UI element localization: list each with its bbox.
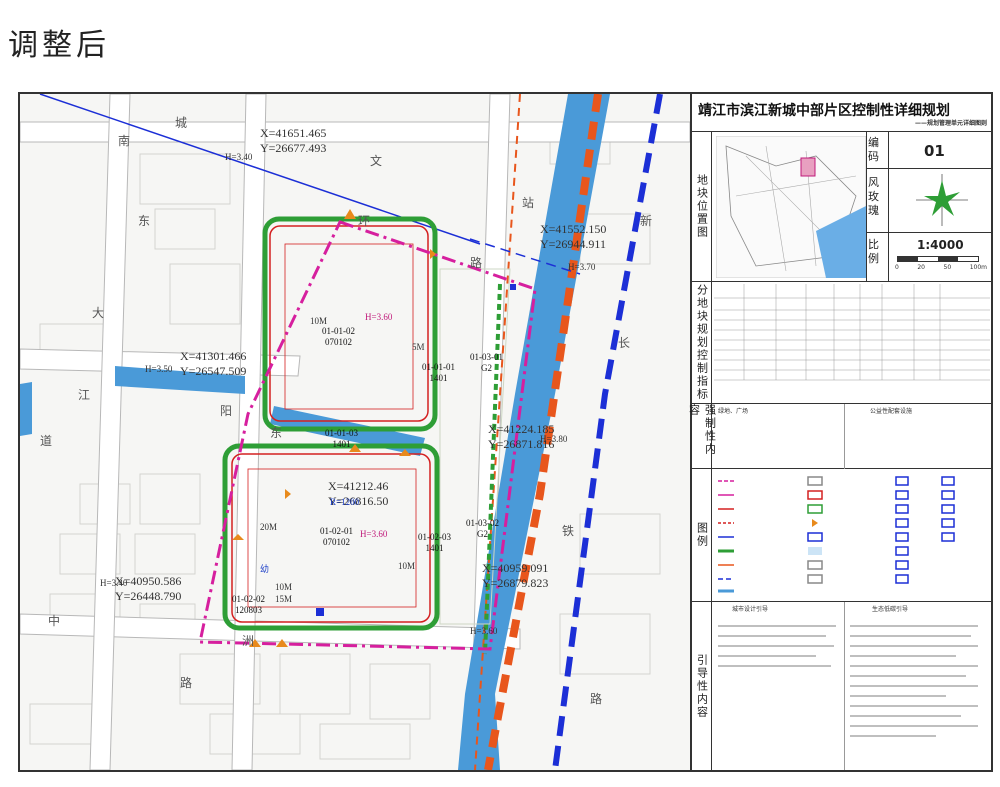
plan-sheet: X=41651.465 Y=26677.493 X=41552.150 Y=2694…	[18, 92, 993, 772]
legend-panel: 靖江市滨江新城中部片区控制性详细规划 ——规划管理单元详细图则 地块位置图 编码…	[688, 94, 993, 770]
road-name: 环	[358, 214, 371, 228]
scale-bar	[897, 256, 979, 262]
setback-label: 15M	[275, 594, 293, 604]
scale-value: 1:4000	[917, 238, 964, 252]
road-name: 铁	[562, 524, 575, 538]
parcel-label[interactable]: 01-01-03 1401	[325, 428, 358, 450]
index-table[interactable]	[714, 284, 990, 400]
code-value: 01	[924, 142, 945, 160]
scale-ticks: 0 20 50 100m	[895, 264, 987, 271]
road-name: 道	[40, 434, 53, 448]
parcel-label[interactable]: 01-02-02 120803	[232, 594, 265, 616]
road-name: 路	[590, 692, 603, 706]
road-name: 江	[78, 388, 91, 402]
setback-label: 10M	[275, 582, 293, 592]
height-label: H=3.40	[225, 152, 253, 162]
height-label: H=3.40	[100, 578, 128, 588]
guidance-label: 引导性内容	[692, 602, 712, 770]
road-name: 文	[370, 154, 383, 168]
height-label: H=3.50	[145, 364, 173, 374]
index-row: 分地块规划控制指标	[692, 282, 993, 404]
guidance-col1-title: 城市设计引导	[732, 606, 769, 613]
windrose-label: 风玫瑰	[868, 176, 879, 217]
height-label: H=3.60	[360, 529, 388, 539]
guidance-text-lines	[718, 625, 978, 737]
plan-title: 靖江市滨江新城中部片区控制性详细规划 ——规划管理单元详细图则	[692, 94, 993, 132]
road-name: 东	[270, 426, 283, 440]
coord-2: X=41552.150 Y=26944.911	[540, 222, 607, 251]
height-label: H=3.60	[470, 626, 498, 636]
setback-label: 5M	[412, 342, 425, 352]
setback-label: 10M	[310, 316, 328, 326]
road-name: 洲	[242, 634, 255, 648]
code-label: 编码	[868, 136, 879, 163]
setback-label: 10M	[398, 561, 416, 571]
height-label: H=3.70	[568, 262, 596, 272]
height-label: H=3.80	[540, 434, 568, 444]
parcel-label[interactable]: 01-03-01 G2	[470, 352, 503, 374]
north-block-red	[269, 225, 429, 422]
windrose-icon	[916, 174, 968, 226]
map-area[interactable]: X=41651.465 Y=26677.493 X=41552.150 Y=2694…	[20, 94, 692, 770]
location-row: 地块位置图 编码 01 风玫瑰 比例 1:4000 0 20 50 100m	[692, 132, 993, 282]
page-heading: 调整后	[8, 28, 110, 63]
location-map[interactable]	[716, 136, 866, 278]
road-name: 长	[618, 336, 631, 350]
mandatory-label: 强制性内容	[688, 404, 717, 468]
road-name: 大	[92, 306, 105, 320]
coord-3: X=41301.466 Y=26547.509	[180, 349, 247, 378]
height-label: H=3.60	[365, 312, 393, 322]
plan-subtitle: ——规划管理单元详细图则	[914, 120, 987, 127]
legend-label: 图例	[692, 469, 712, 601]
parcel-label[interactable]: 01-01-02 070102	[322, 326, 355, 348]
location-label: 地块位置图	[692, 132, 712, 281]
legend-symbols[interactable]	[716, 473, 988, 597]
coord-1: X=41651.465 Y=26677.493	[260, 126, 327, 155]
road-name: 阳	[220, 404, 233, 418]
radius-label: R=1200	[330, 497, 360, 507]
guidance-row: 引导性内容 城市设计引导 生态低碳引导	[692, 602, 993, 770]
road-name: 中	[48, 614, 61, 628]
parcel-label[interactable]: 01-02-01 070102	[320, 526, 353, 548]
parcel-label[interactable]: 01-03-02 G2	[466, 518, 499, 540]
guidance-col2-title: 生态低碳引导	[872, 606, 909, 613]
kindergarten-icon: 幼	[260, 564, 270, 574]
road-name: 南	[118, 134, 131, 148]
scale-label: 比例	[868, 238, 879, 265]
parcel-label[interactable]: 01-01-01 1401	[422, 362, 455, 384]
road-name: 城	[175, 116, 188, 130]
legend-row: 图例	[692, 469, 993, 602]
road-name: 东	[138, 214, 151, 228]
mandatory-col1-title: 绿地、广场	[718, 408, 749, 415]
mandatory-row: 强制性内容 绿地、广场 公益性配套设施	[688, 404, 993, 469]
road-name: 新	[640, 214, 653, 228]
road-name: 路	[470, 256, 483, 270]
index-label: 分地块规划控制指标	[692, 282, 712, 403]
road-name: 站	[522, 196, 535, 210]
setback-label: 20M	[260, 522, 278, 532]
parcel-label[interactable]: 01-02-03 1401	[418, 532, 451, 554]
road-name: 路	[180, 676, 193, 690]
mandatory-col2-title: 公益性配套设施	[870, 408, 913, 415]
coord-6: X=40959.091 Y=26879.823	[482, 561, 549, 590]
